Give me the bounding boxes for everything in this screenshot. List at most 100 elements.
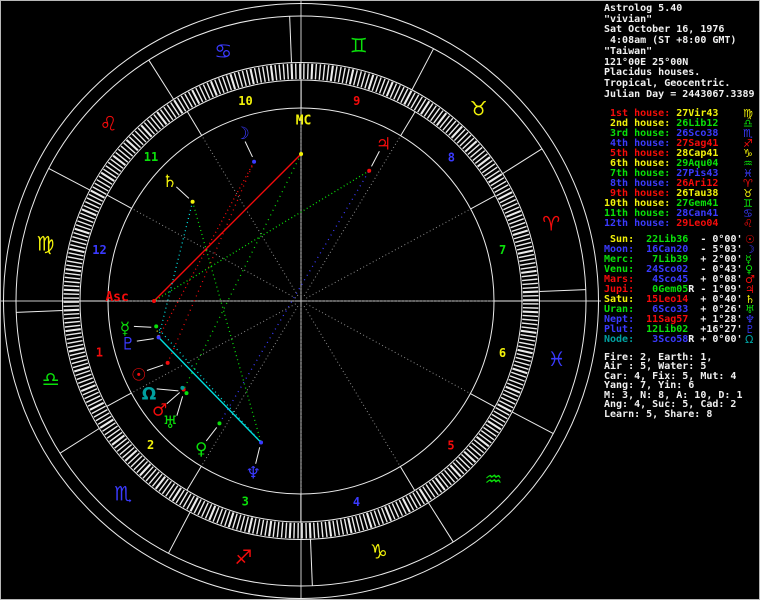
degree-tick <box>431 479 443 493</box>
degree-tick <box>472 150 486 161</box>
house-number: 10 <box>238 94 252 108</box>
degree-tick <box>420 100 431 115</box>
house-cusp-spoke <box>303 135 402 297</box>
degree-tick <box>522 286 539 289</box>
degree-tick <box>71 358 88 365</box>
degree-tick <box>518 345 534 350</box>
zodiac-sign-icon: ♌ <box>100 111 118 135</box>
degree-tick <box>462 137 475 150</box>
degree-tick <box>356 71 363 87</box>
degree-tick <box>464 140 478 153</box>
degree-tick <box>64 320 81 324</box>
degree-tick <box>128 136 142 149</box>
degree-tick <box>521 269 537 274</box>
planet-glyph-node: Ω <box>142 385 156 405</box>
degree-tick <box>69 351 86 357</box>
house-divider <box>186 466 202 491</box>
degree-tick <box>418 488 429 503</box>
degree-tick <box>316 522 320 538</box>
degree-tick <box>68 252 84 257</box>
degree-tick <box>64 280 80 284</box>
house-divider <box>470 393 496 408</box>
house-cusp-spoke <box>201 135 299 297</box>
degree-tick <box>428 481 439 496</box>
degree-tick <box>469 146 483 158</box>
degree-tick <box>514 360 530 367</box>
degree-tick <box>352 70 358 86</box>
degree-tick <box>229 73 237 90</box>
house-number: 8 <box>448 151 455 165</box>
degree-tick <box>360 72 367 88</box>
degree-tick <box>264 520 269 536</box>
sign-boundary-line <box>502 148 543 175</box>
degree-tick <box>239 515 246 531</box>
degree-tick <box>252 518 257 534</box>
degree-tick <box>130 455 143 468</box>
degree-tick <box>512 229 529 237</box>
degree-tick <box>355 515 361 532</box>
degree-tick <box>123 142 136 154</box>
degree-tick <box>151 473 163 487</box>
degree-tick <box>284 522 288 539</box>
degree-tick <box>140 124 153 138</box>
planet-icon: Ω <box>745 333 754 346</box>
degree-tick <box>154 475 167 490</box>
degree-tick <box>333 66 338 82</box>
degree-tick <box>521 322 538 326</box>
degree-tick <box>425 484 436 498</box>
planet-position-dot <box>252 159 257 164</box>
mc-label: MC <box>296 114 312 129</box>
degree-tick <box>437 474 449 488</box>
degree-tick <box>455 459 468 472</box>
degree-tick <box>463 450 477 463</box>
degree-tick <box>474 153 488 165</box>
degree-tick <box>444 469 456 483</box>
chart-wheel: ♈♉♊♋♌♍♎♏♐ ♑♒♓123 456789101112☉☽☿♀♂♃♄♅♆♇ΩAs… <box>1 1 601 599</box>
planet-pointer-line <box>166 392 180 405</box>
tally-row: Learn: 5, Share: 8 <box>604 408 713 420</box>
degree-tick <box>288 522 292 539</box>
house-divider <box>106 194 132 209</box>
degree-tick <box>521 278 538 282</box>
degree-tick <box>70 244 86 250</box>
degree-tick <box>65 328 81 333</box>
degree-tick <box>100 171 115 182</box>
degree-tick <box>99 418 114 429</box>
degree-tick <box>345 68 350 84</box>
zodiac-sign-icon: ♒ <box>485 467 503 491</box>
planet-position-dot <box>152 299 156 303</box>
zodiac-sign-icon: ♈ <box>542 211 560 235</box>
sign-boundary-line <box>168 511 191 554</box>
aspect-line-opposition <box>218 170 370 424</box>
degree-tick <box>286 63 289 80</box>
degree-tick <box>456 131 469 144</box>
degree-tick <box>159 109 171 123</box>
degree-tick <box>122 446 135 459</box>
degree-tick <box>326 65 330 81</box>
degree-tick <box>459 134 472 147</box>
planet-glyph-jupiter: ♃ <box>376 134 391 154</box>
degree-tick <box>348 69 355 85</box>
degree-tick <box>64 324 81 328</box>
zodiac-sign-icon: ♑ <box>370 539 388 563</box>
degree-tick <box>69 247 85 254</box>
degree-tick <box>476 156 491 168</box>
degree-tick <box>310 63 314 80</box>
degree-tick <box>343 518 349 535</box>
house-number: 12 <box>92 243 106 257</box>
degree-tick <box>313 522 316 539</box>
degree-tick <box>110 158 124 169</box>
planet-list: Sun: 22Lib36 - 0°00' ☉ Moon: 16Can20 - 5°0… <box>604 234 755 345</box>
degree-tick <box>367 74 375 90</box>
degree-tick <box>73 365 90 373</box>
planet-position-dot <box>165 360 170 365</box>
zodiac-sign-icon: ♎ <box>42 367 60 391</box>
house-number: 11 <box>144 150 158 164</box>
degree-tick <box>434 476 446 491</box>
degree-tick <box>519 257 535 263</box>
house-divider <box>399 466 416 491</box>
degree-tick <box>63 284 80 288</box>
house-number: 9 <box>353 94 360 108</box>
zodiac-sign-icon: ♉ <box>470 97 488 121</box>
degree-tick <box>137 127 150 140</box>
